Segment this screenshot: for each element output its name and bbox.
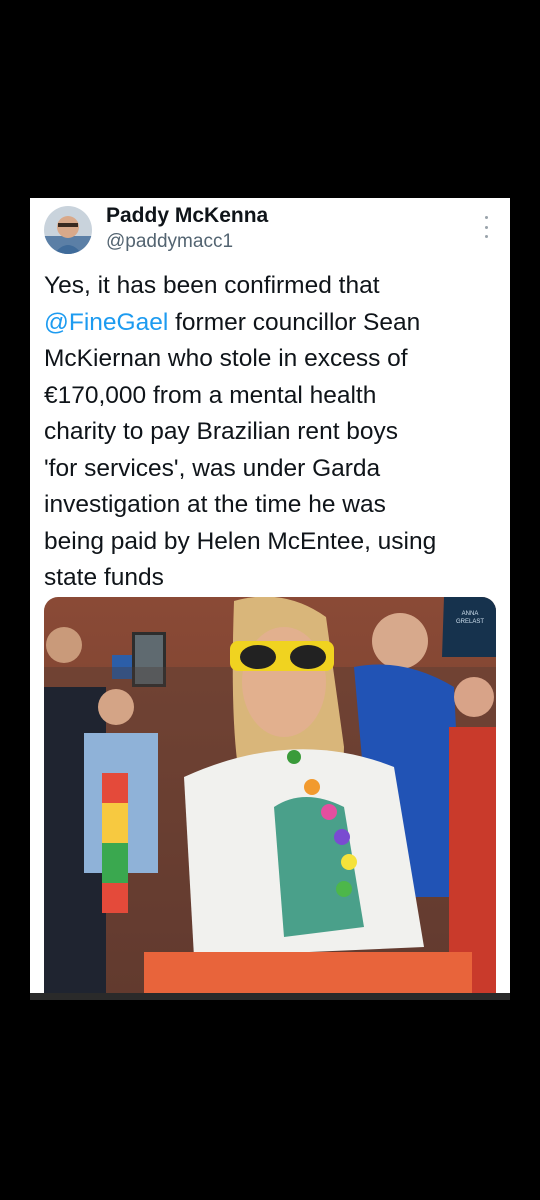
tweet-photo[interactable]: ANNA GRELAST xyxy=(44,597,496,1000)
tweet-line: @FineGael former councillor Sean xyxy=(44,308,421,336)
avatar-photo xyxy=(44,206,92,254)
tweet-line: state funds xyxy=(44,564,164,591)
tweet-line: investigation at the time he was xyxy=(44,491,386,518)
author-display-name[interactable]: Paddy McKenna xyxy=(106,204,268,228)
tweet-line: being paid by Helen McEntee, using xyxy=(44,527,437,555)
tweet-line: Yes, it has been confirmed that xyxy=(44,272,380,299)
tweet-line: €170,000 from a mental health xyxy=(44,381,377,409)
more-options-icon[interactable] xyxy=(478,216,494,238)
photo-illustration: ANNA GRELAST xyxy=(44,597,496,1000)
tweet-card[interactable]: Paddy McKenna @paddymacc1 Yes, it has be… xyxy=(30,198,510,1000)
author-avatar[interactable] xyxy=(44,206,92,254)
image-bottom-edge xyxy=(30,993,510,1000)
tweet-line: charity to pay Brazilian rent boys xyxy=(44,418,399,445)
author-handle[interactable]: @paddymacc1 xyxy=(106,231,233,253)
tweet-text: Yes, it has been confirmed that @FineGae… xyxy=(44,268,500,597)
mention-link[interactable]: @FineGael xyxy=(44,309,168,336)
tweet-line: McKiernan who stole in excess of xyxy=(44,345,408,372)
tweet-line: 'for services', was under Garda xyxy=(44,454,381,482)
